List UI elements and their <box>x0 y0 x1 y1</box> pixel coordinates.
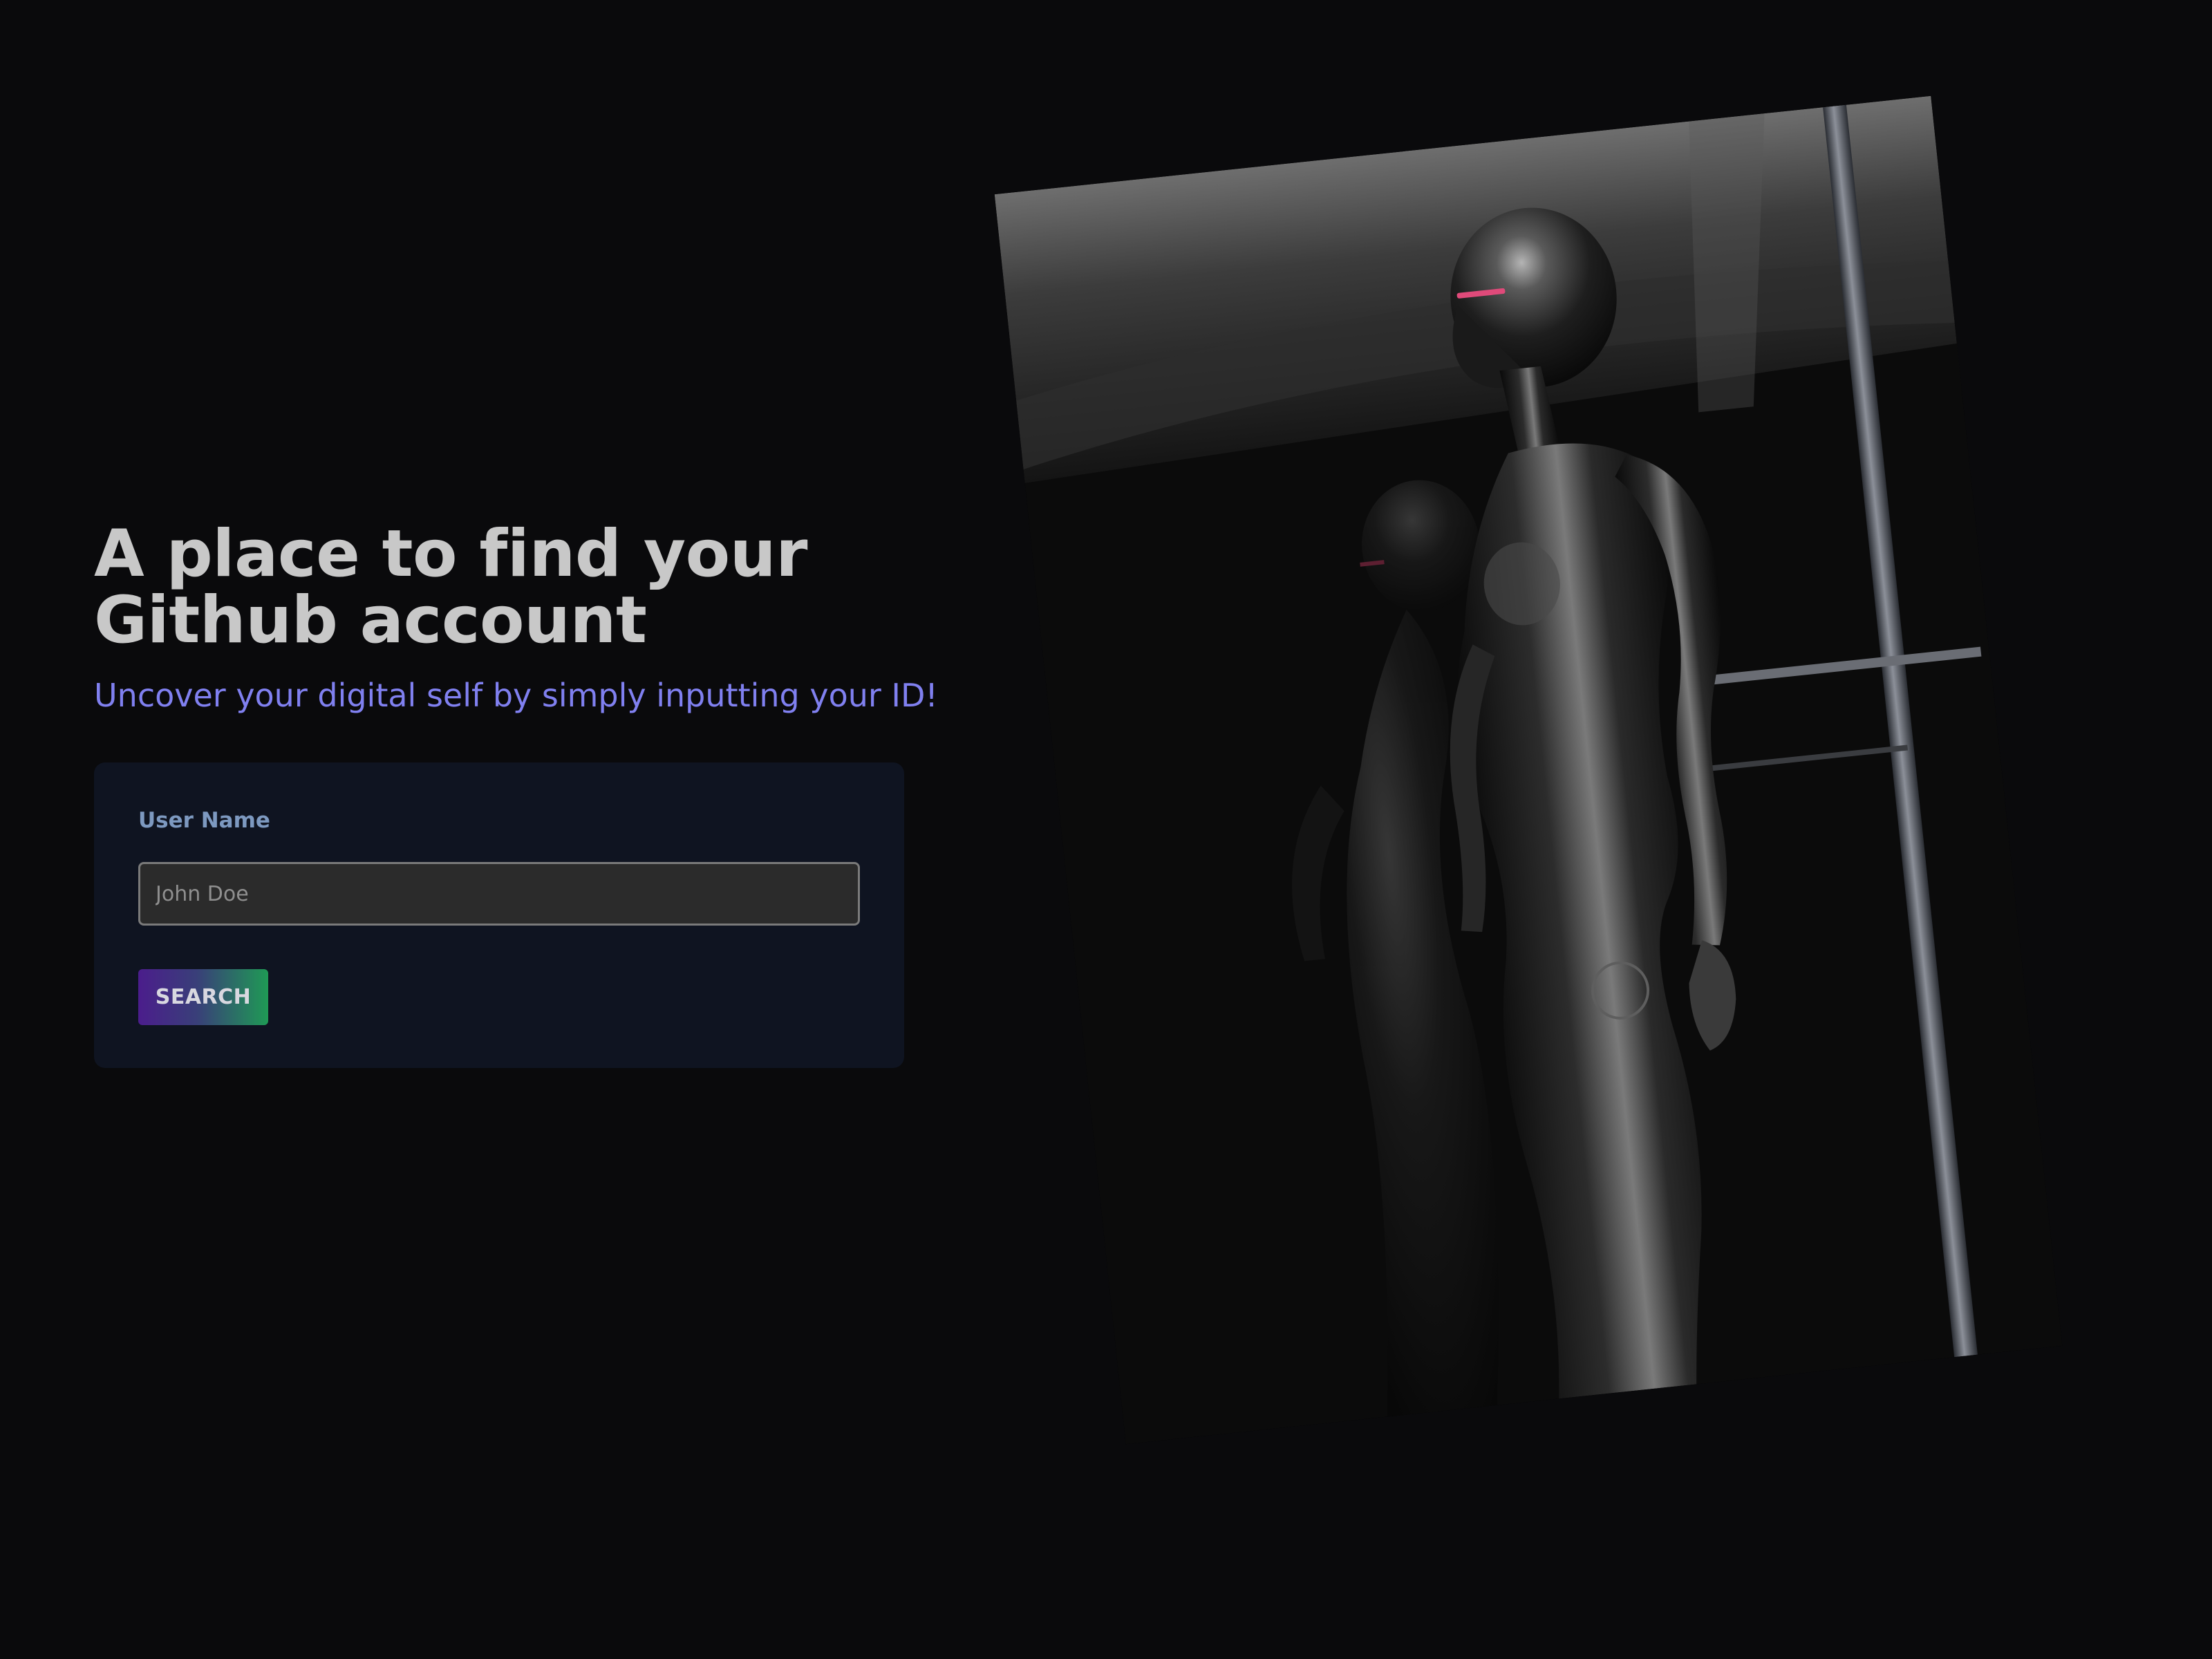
search-button[interactable]: SEARCH <box>138 969 268 1025</box>
page-title-line-2: Github account <box>94 583 647 658</box>
hero-image <box>994 95 2063 1445</box>
search-card: User Name SEARCH <box>94 762 904 1068</box>
page-title: A place to find your Github account <box>94 521 924 654</box>
page: A place to find your Github account Unco… <box>0 0 2212 1659</box>
page-title-line-1: A place to find your <box>94 516 808 592</box>
username-label: User Name <box>138 808 270 833</box>
chrome-robot-figure-image <box>994 95 2063 1445</box>
hero-section: A place to find your Github account Unco… <box>94 521 938 715</box>
page-subtitle: Uncover your digital self by simply inpu… <box>94 677 938 714</box>
username-input[interactable] <box>138 862 860 926</box>
